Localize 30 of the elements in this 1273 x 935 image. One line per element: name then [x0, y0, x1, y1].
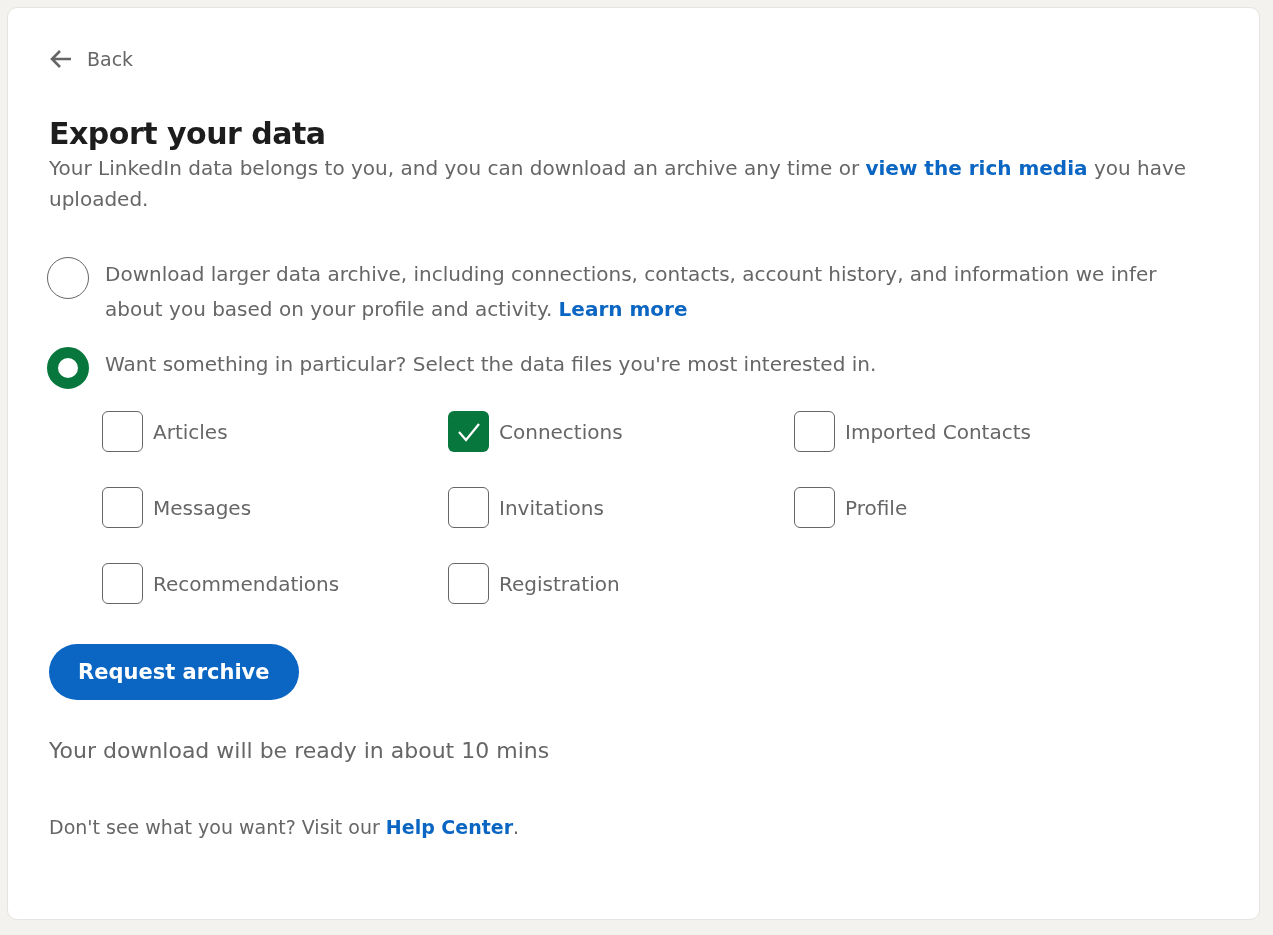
checkbox[interactable] [448, 487, 489, 528]
status-text: Your download will be ready in about 10 mins [49, 738, 551, 763]
radio-button[interactable] [47, 347, 89, 389]
option-text: Want something in particular? Select the data files you're most interested in. [105, 351, 878, 378]
checkbox[interactable] [794, 411, 835, 452]
help-center-link[interactable]: Help Center [385, 816, 514, 838]
checkbox[interactable] [794, 487, 835, 528]
checkbox-label: Registration [499, 571, 620, 596]
back-button[interactable]: Back [49, 48, 134, 70]
checkbox[interactable] [102, 487, 143, 528]
page-title: Export your data [49, 116, 327, 151]
back-arrow-icon [49, 49, 73, 69]
checkbox-label: Imported Contacts [845, 419, 1031, 444]
checkbox-label: Recommendations [153, 571, 340, 596]
checkbox-label: Messages [153, 495, 252, 520]
request-archive-button[interactable]: Request archive [49, 644, 299, 700]
checkmark-icon [456, 421, 481, 442]
checkbox[interactable] [102, 563, 143, 604]
checkbox[interactable] [102, 411, 143, 452]
rich-media-link[interactable]: view the rich media [865, 156, 1088, 180]
checkbox[interactable] [448, 563, 489, 604]
checkbox-label: Connections [499, 419, 623, 444]
checkbox-label: Profile [845, 495, 908, 520]
checkbox-label: Articles [153, 419, 228, 444]
option-text: Download larger data archive, including connections, contacts, account history, and information we infer about you based on your profile and activity. Learn more [105, 261, 1158, 323]
help-text: Don't see what you want? Visit our Help Center. [49, 816, 521, 838]
checkbox-label: Invitations [499, 495, 604, 520]
checkbox[interactable] [448, 411, 489, 452]
description-text: Your LinkedIn data belongs to you, and you can download an archive any time or view the rich media you have uploaded. [49, 155, 1188, 213]
learn-more-link[interactable]: Learn more [558, 297, 688, 321]
